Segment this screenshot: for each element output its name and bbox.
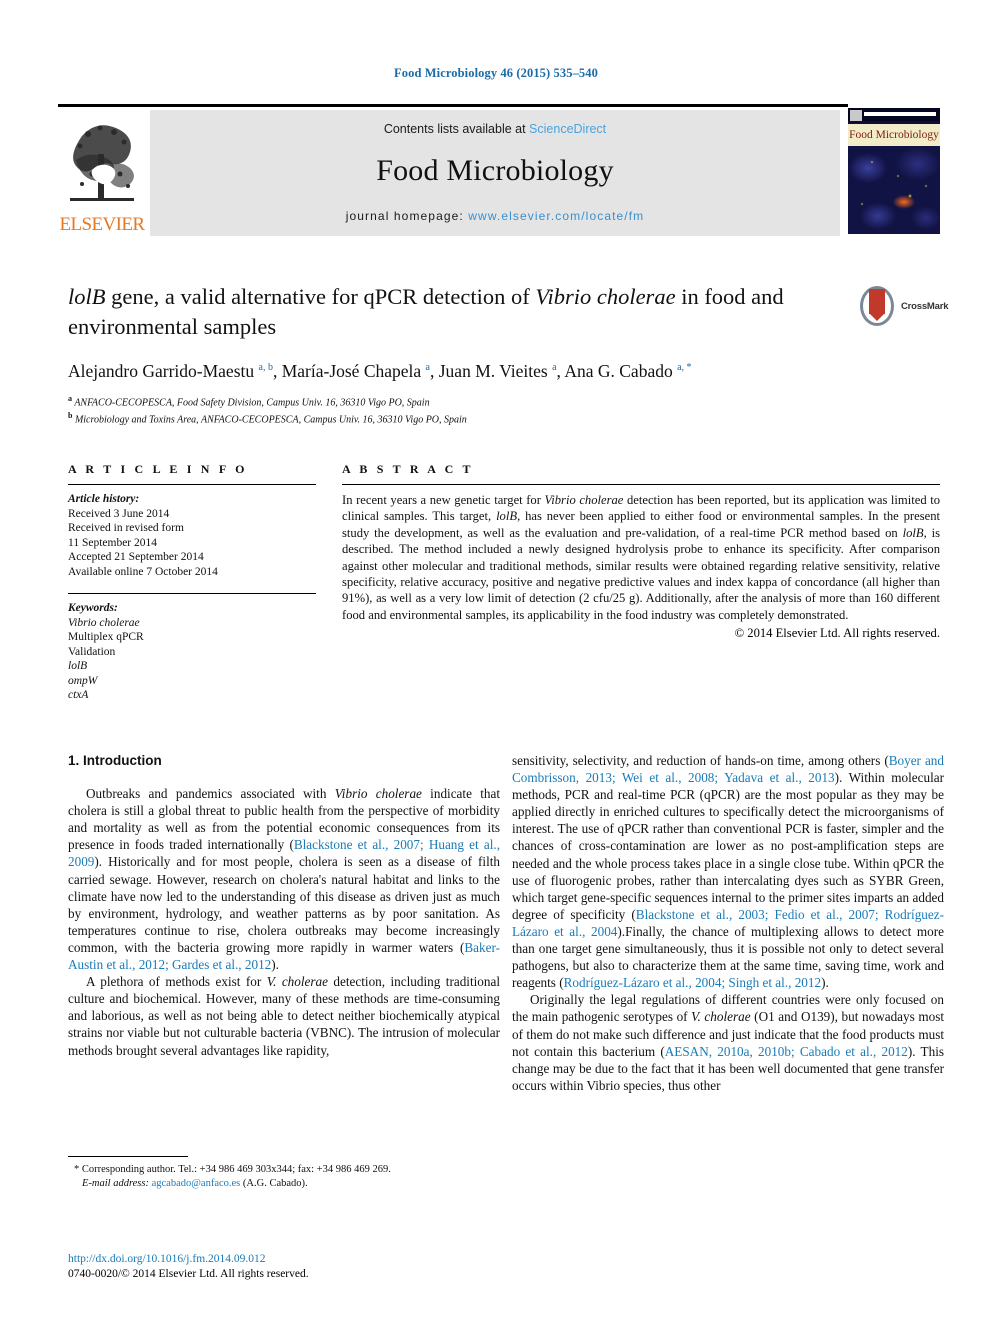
- doi-link[interactable]: http://dx.doi.org/10.1016/j.fm.2014.09.0…: [68, 1252, 500, 1267]
- crossmark-bookmark-icon: [869, 289, 885, 321]
- elsevier-logo: ELSEVIER: [58, 110, 146, 236]
- keyword-item: ompW: [68, 674, 98, 687]
- affiliation-a: a ANFACO-CECOPESCA, Food Safety Division…: [68, 393, 430, 409]
- corresponding-author-note: * Corresponding author. Tel.: +34 986 46…: [74, 1164, 391, 1175]
- history-line: Received 3 June 2014: [68, 507, 170, 520]
- history-line: Accepted 21 September 2014: [68, 551, 204, 563]
- cover-elsevier-mark-icon: [850, 110, 862, 121]
- keyword-item: Vibrio cholerae: [68, 616, 140, 629]
- journal-banner: ELSEVIER Contents lists available at Sci…: [58, 104, 940, 236]
- journal-homepage-line: journal homepage: www.elsevier.com/locat…: [150, 209, 840, 223]
- paragraph: Originally the legal regulations of diff…: [512, 992, 944, 1093]
- affiliation-b-text: Microbiology and Toxins Area, ANFACO-CEC…: [74, 413, 467, 425]
- paragraph: sensitivity, selectivity, and reduction …: [512, 753, 945, 991]
- page-title: lolB gene, a valid alternative for qPCR …: [68, 284, 784, 339]
- keyword-item: Validation: [68, 645, 116, 658]
- article-info-heading: A R T I C L E I N F O: [68, 462, 248, 476]
- footnote-rule: [68, 1156, 188, 1157]
- contents-prefix: Contents lists available at: [383, 122, 530, 136]
- crossmark-label: CrossMark: [901, 301, 949, 312]
- affiliation-a-text: ANFACO-CECOPESCA, Food Safety Division, …: [74, 397, 430, 409]
- abstract-heading: A B S T R A C T: [342, 462, 474, 476]
- contents-line: Contents lists available at ScienceDirec…: [150, 122, 840, 136]
- intro-right-column: sensitivity, selectivity, and reduction …: [512, 752, 944, 1094]
- elsevier-tree-icon: [62, 114, 142, 206]
- banner-top-rule: [58, 104, 848, 107]
- abstract-rule: [342, 484, 940, 485]
- homepage-link[interactable]: www.elsevier.com/locate/fm: [468, 209, 644, 223]
- article-history-label: Article history:: [68, 493, 140, 505]
- journal-title: Food Microbiology: [376, 154, 614, 187]
- journal-cover-thumbnail: Food Microbiology: [848, 108, 940, 234]
- intro-left-column: 1. Introduction Outbreaks and pandemics …: [68, 752, 500, 1059]
- keyword-item: lolB: [68, 660, 88, 672]
- running-head: Food Microbiology 46 (2015) 535–540: [394, 66, 598, 80]
- keywords-label: Keywords:: [68, 602, 118, 614]
- author-list: Alejandro Garrido-Maestu a, b, María-Jos…: [68, 360, 692, 381]
- article-info-rule: [68, 484, 316, 485]
- keyword-item: ctxA: [68, 689, 89, 701]
- section-title-introduction: 1. Introduction: [68, 753, 162, 768]
- history-line: 11 September 2014: [68, 536, 158, 549]
- keyword-item: Multiplex qPCR: [68, 631, 144, 643]
- elsevier-wordmark: ELSEVIER: [59, 214, 146, 235]
- article-info-section: A R T I C L E I N F O Article history: R…: [68, 462, 316, 703]
- affiliations: a ANFACO-CECOPESCA, Food Safety Division…: [68, 393, 848, 427]
- keywords-block: Keywords: Vibrio cholerae Multiplex qPCR…: [68, 601, 316, 703]
- paragraph: A plethora of methods exist for V. chole…: [68, 974, 500, 1058]
- cover-microscopy-image: [848, 146, 940, 234]
- crossmark-icon: [858, 284, 898, 328]
- cover-title: Food Microbiology: [848, 124, 940, 146]
- abstract-copyright: © 2014 Elsevier Ltd. All rights reserved…: [734, 626, 940, 641]
- banner-center-panel: Contents lists available at ScienceDirec…: [150, 110, 840, 236]
- history-line: Received in revised form: [68, 522, 184, 534]
- homepage-prefix: journal homepage:: [345, 209, 469, 223]
- footnote-block: * Corresponding author. Tel.: +34 986 46…: [68, 1156, 500, 1191]
- article-history: Article history: Received 3 June 2014 Re…: [68, 492, 316, 579]
- paper-page: Food Microbiology 46 (2015) 535–540 ELSE…: [0, 0, 992, 1323]
- cover-rule: [864, 112, 936, 116]
- abstract-text: In recent years a new genetic target for…: [342, 493, 940, 622]
- title-block: lolB gene, a valid alternative for qPCR …: [68, 282, 848, 426]
- crossmark-badge[interactable]: CrossMark: [858, 284, 949, 330]
- keywords-rule: [68, 593, 316, 594]
- corresponding-author-email: E-mail address: agcabado@anfaco.es (A.G.…: [82, 1178, 308, 1189]
- affiliation-b: b Microbiology and Toxins Area, ANFACO-C…: [68, 410, 467, 425]
- sciencedirect-link[interactable]: ScienceDirect: [529, 122, 606, 136]
- abstract-section: A B S T R A C T In recent years a new ge…: [342, 462, 940, 642]
- doi-block: http://dx.doi.org/10.1016/j.fm.2014.09.0…: [68, 1252, 500, 1282]
- paragraph: Outbreaks and pandemics associated with …: [68, 786, 500, 973]
- history-line: Available online 7 October 2014: [68, 565, 218, 578]
- issn-copyright-line: 0740-0020/© 2014 Elsevier Ltd. All right…: [68, 1268, 309, 1280]
